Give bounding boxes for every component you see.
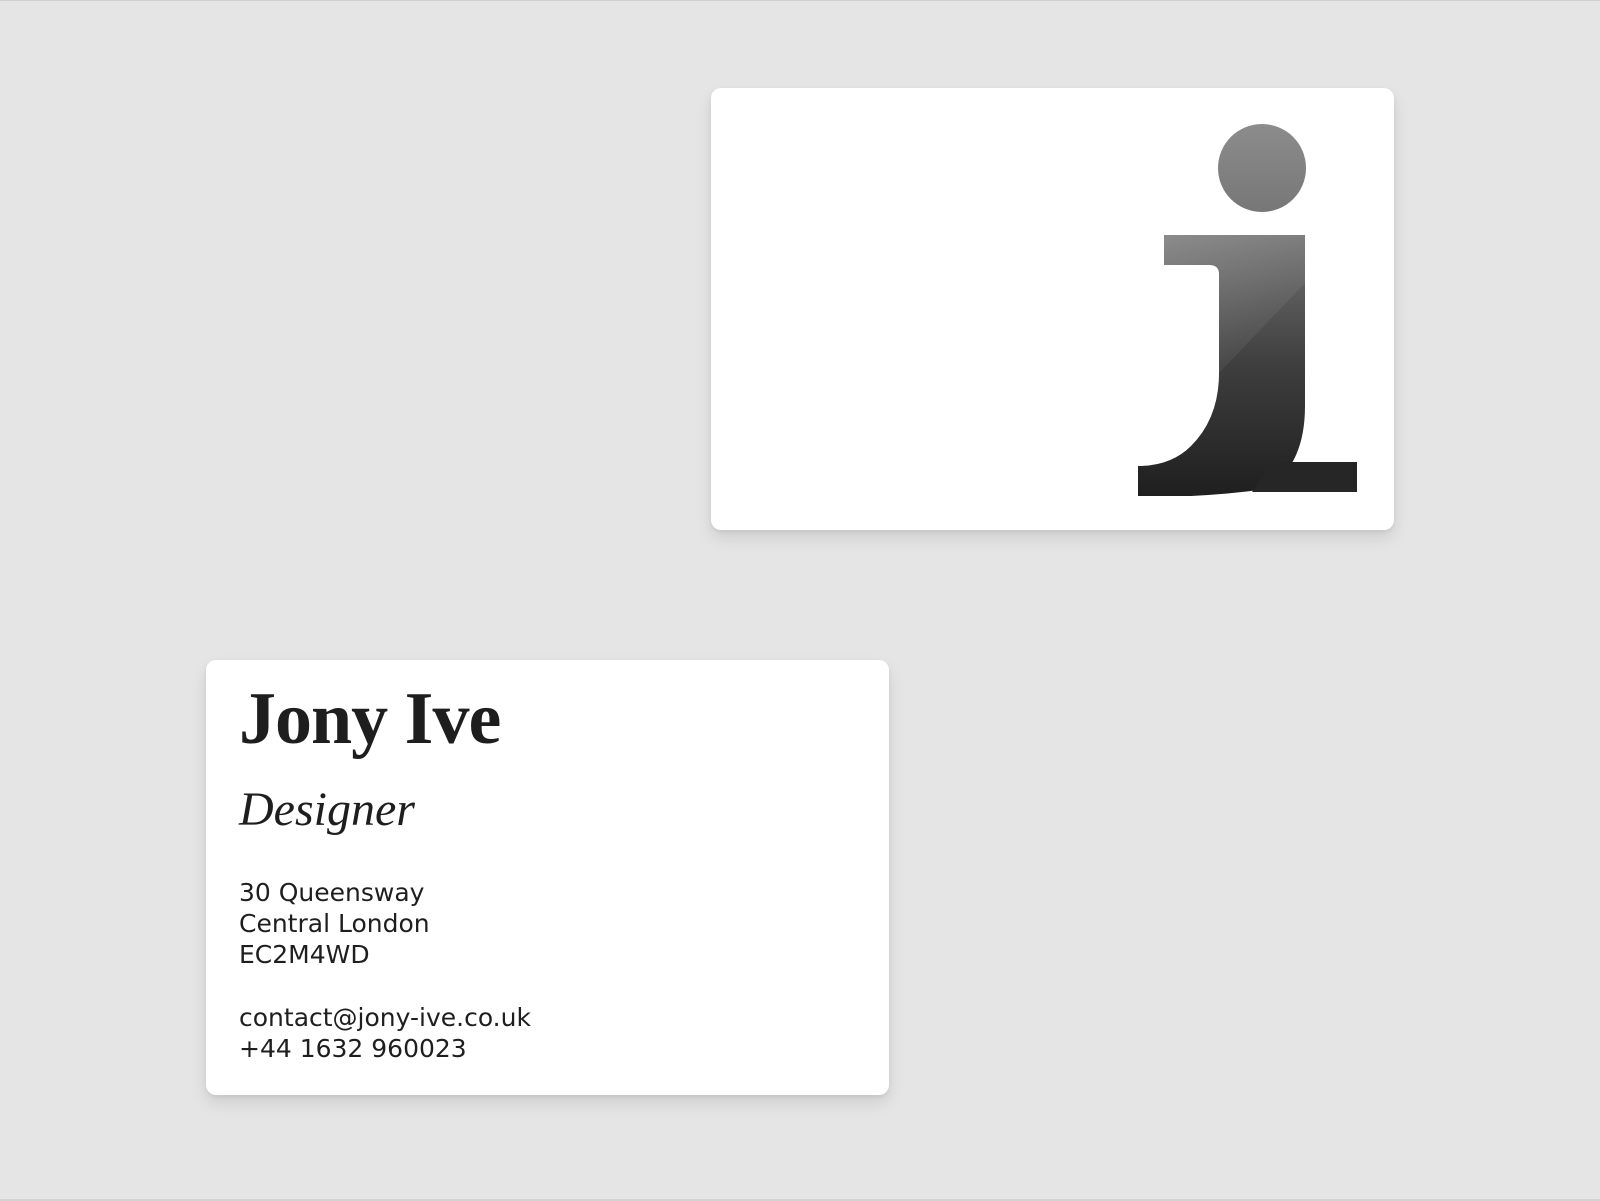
- letter-j-logo-icon: [1138, 124, 1357, 496]
- top-border-line: [0, 0, 1600, 1]
- address-postcode: EC2M4WD: [239, 940, 370, 969]
- job-title: Designer: [239, 783, 415, 836]
- address-line-1: 30 Queensway: [239, 878, 425, 907]
- business-card-back: [711, 88, 1394, 530]
- address-line-2: Central London: [239, 909, 430, 938]
- phone-number: +44 1632 960023: [239, 1034, 467, 1063]
- logo-dot: [1218, 124, 1306, 212]
- email-address: contact@jony-ive.co.uk: [239, 1003, 531, 1032]
- person-name: Jony Ive: [239, 678, 501, 760]
- business-card-front: Jony Ive Designer 30 Queensway Central L…: [206, 660, 889, 1095]
